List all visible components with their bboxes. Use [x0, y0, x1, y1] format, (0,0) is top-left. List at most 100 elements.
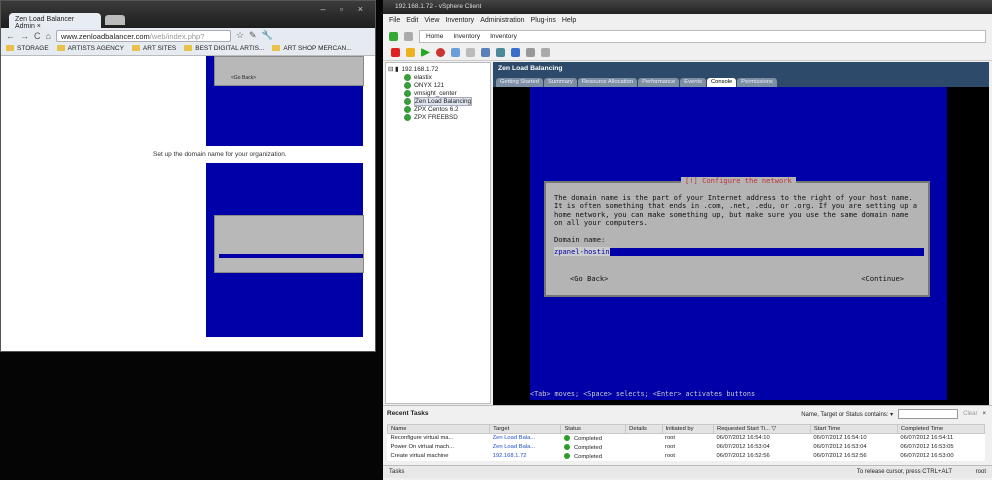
back-icon[interactable] — [389, 31, 398, 41]
column-header[interactable]: Target — [489, 424, 562, 434]
permissions-icon[interactable] — [541, 48, 550, 57]
continue-button[interactable]: <Continue> — [861, 274, 904, 283]
tasks-table: Name Target Status Details Initiated by Reque… — [386, 424, 986, 461]
tree-vm-selected[interactable]: Zen Load Balancing — [388, 96, 488, 106]
tab-getting-started[interactable]: Getting Started — [496, 78, 543, 87]
url-host: www.zenloadbalancer.com — [60, 31, 150, 41]
tree-vm[interactable]: elastix — [388, 73, 488, 81]
address-bar[interactable]: www.zenloadbalancer.com/web/index.php? — [55, 29, 231, 42]
tab-strip: Zen Load Balancer Admin × – ▫ × — [1, 1, 375, 30]
release-cursor-text: To release cursor, press CTRL+ALT — [856, 469, 952, 475]
table-cell[interactable]: Zen Load Bala... — [490, 443, 561, 452]
url-path: /web/index.php? — [149, 31, 205, 41]
filter-label[interactable]: Name, Target or Status contains: ▾ — [801, 411, 893, 418]
home-icon[interactable]: ⌂ — [46, 31, 51, 41]
menu-plugins[interactable]: Plug-ins — [531, 17, 556, 25]
vm-icon — [404, 97, 411, 105]
clear-button[interactable]: Clear — [963, 411, 977, 417]
tab-resource-allocation[interactable]: Resource Allocation — [577, 78, 638, 87]
column-header[interactable]: Initiated by — [661, 424, 715, 434]
bookmark[interactable]: ART SITES — [132, 45, 176, 53]
browser-toolbar: ← → C ⌂ www.zenloadbalancer.com/web/index.p… — [1, 28, 375, 43]
table-cell: root — [665, 453, 676, 459]
table-cell: Completed — [561, 434, 626, 443]
menu-help[interactable]: Help — [562, 17, 576, 25]
column-header[interactable]: Status — [560, 424, 627, 434]
forward-icon[interactable] — [404, 31, 413, 41]
menu-view[interactable]: View — [424, 17, 439, 25]
table-row[interactable]: Power On virtual mach... Zen Load Bala...… — [388, 443, 985, 452]
tab-events[interactable]: Events — [680, 78, 706, 87]
menu-edit[interactable]: Edit — [406, 17, 418, 25]
tasks-button[interactable]: Tasks — [389, 469, 404, 475]
domain-name-input[interactable]: zpanel-hostin — [554, 247, 924, 257]
window-title: 192.168.1.72 - vSphere Client — [383, 0, 992, 14]
window-controls[interactable]: – ▫ × — [321, 4, 369, 14]
column-header[interactable]: Name — [386, 424, 491, 434]
manager-icon[interactable] — [481, 48, 490, 57]
bookmark[interactable]: BEST DIGITAL ARTIS... — [184, 45, 264, 53]
browser-window: Zen Load Balancer Admin × – ▫ × ← → C ⌂ www… — [0, 0, 376, 352]
star-icon[interactable]: ☆ — [236, 30, 244, 41]
reset-icon[interactable] — [436, 48, 445, 57]
table-cell: root — [665, 444, 676, 450]
new-tab-button[interactable] — [105, 15, 125, 25]
table-cell[interactable]: Zen Load Bala... — [490, 434, 561, 443]
tree-host[interactable]: ⊟ ▮ 192.168.1.72 — [388, 65, 488, 73]
go-back-button[interactable]: <Go Back> — [570, 274, 608, 283]
menu-administration[interactable]: Administration — [480, 17, 524, 25]
table-row[interactable]: Reconfigure virtual ma... Zen Load Bala..… — [388, 434, 985, 443]
menu-inventory[interactable]: Inventory — [445, 17, 474, 25]
back-icon[interactable]: ← — [6, 31, 15, 41]
power-off-icon[interactable] — [391, 48, 400, 57]
tab-console[interactable]: Console — [706, 78, 737, 87]
recent-tasks-panel: Recent Tasks Name, Target or Status cont… — [383, 405, 992, 465]
breadcrumb: Home Inventory Inventory — [419, 29, 986, 43]
bookmark[interactable]: ART SHOP MERCAN... — [272, 45, 351, 53]
column-header[interactable]: Details — [625, 424, 663, 434]
dialog-title: [!] Configure the network — [681, 176, 796, 186]
tab-bar: Getting Started Summary Resource Allocat… — [493, 76, 989, 87]
suspend-icon[interactable] — [406, 48, 415, 57]
screenshot-dialog: <Go Back> — [214, 56, 364, 86]
vm-icon — [404, 89, 411, 97]
console-screen[interactable]: [!] Configure the network The domain nam… — [530, 87, 947, 400]
wrench-icon[interactable]: 🔧 — [262, 30, 273, 41]
vm-icon — [404, 113, 411, 121]
browser-tab[interactable]: Zen Load Balancer Admin × — [9, 13, 101, 30]
table-cell: Completed — [561, 452, 626, 461]
user-label: root — [975, 469, 986, 475]
breadcrumb-home[interactable]: Home — [426, 33, 443, 40]
table-row[interactable]: Create virtual machine 192.168.1.72 Comple… — [388, 452, 985, 461]
revert-icon[interactable] — [466, 48, 475, 57]
tree-vm[interactable]: ZPX Centos 6.2 — [388, 105, 488, 113]
toolbar — [383, 45, 992, 61]
filter-input[interactable] — [898, 409, 959, 419]
breadcrumb-inventory[interactable]: Inventory — [453, 33, 480, 40]
settings-icon[interactable] — [526, 48, 535, 57]
power-on-icon[interactable] — [421, 48, 430, 57]
column-header[interactable]: Completed Time — [896, 424, 986, 434]
console-icon[interactable] — [496, 48, 505, 57]
dialog-body: The domain name is the part of your Inte… — [554, 193, 918, 228]
bookmark[interactable]: STORAGE — [6, 45, 49, 53]
task-filter: Name, Target or Status contains: ▾ Clear… — [801, 409, 986, 419]
forward-icon[interactable]: → — [20, 31, 29, 41]
menu-file[interactable]: File — [389, 17, 400, 25]
column-header[interactable]: Start Time — [809, 424, 898, 434]
close-icon[interactable]: × — [982, 411, 986, 417]
edit-icon[interactable] — [511, 48, 520, 57]
column-header[interactable]: Requested Start Ti... ▽ — [713, 424, 811, 434]
extension-icon[interactable]: ✎ — [249, 30, 257, 41]
breadcrumb-inventory-2[interactable]: Inventory — [490, 33, 517, 40]
table-cell[interactable]: 192.168.1.72 — [490, 452, 561, 461]
snapshot-icon[interactable] — [451, 48, 460, 57]
bookmark[interactable]: ARTISTS AGENCY — [57, 45, 124, 53]
tab-permissions[interactable]: Permissions — [737, 78, 777, 87]
tree-vm[interactable]: ZPX FREEBSD — [388, 113, 488, 121]
tab-summary[interactable]: Summary — [544, 78, 577, 87]
tree-vm[interactable]: ONYX 121 — [388, 81, 488, 89]
tab-performance[interactable]: Performance — [638, 78, 680, 87]
status-bar: Tasks To release cursor, press CTRL+ALT … — [383, 465, 992, 478]
reload-icon[interactable]: C — [34, 31, 41, 41]
